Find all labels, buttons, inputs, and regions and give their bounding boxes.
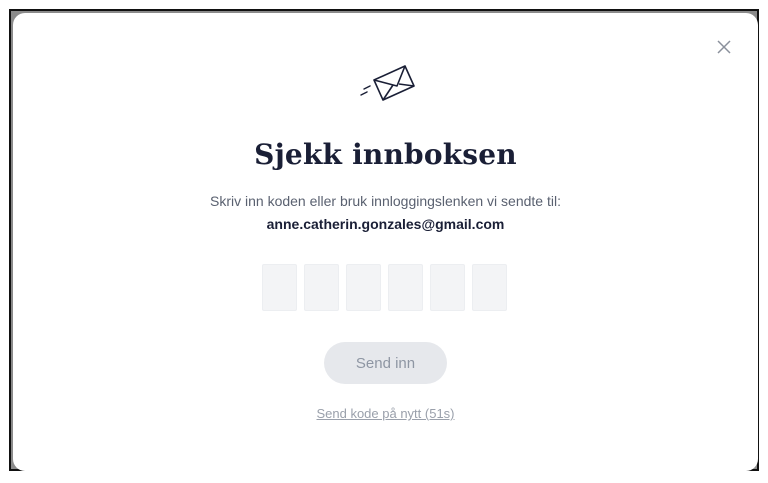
code-digit-6[interactable] [472,264,507,311]
code-digit-2[interactable] [304,264,339,311]
code-digit-1[interactable] [262,264,297,311]
resend-code-link[interactable]: Send kode på nytt (51s) [13,406,758,421]
verification-modal: Sjekk innboksen Skriv inn koden eller br… [13,13,758,471]
email-address: anne.catherin.gonzales@gmail.com [266,216,505,232]
code-digit-4[interactable] [388,264,423,311]
page-title: Sjekk innboksen [254,138,517,171]
code-digit-5[interactable] [430,264,465,311]
code-input-group [262,264,507,311]
close-icon [717,40,731,54]
instruction-text: Skriv inn koden eller bruk innloggingsle… [210,193,561,209]
envelope-icon [360,65,415,101]
window-frame: Sjekk innboksen Skriv inn koden eller br… [9,9,759,471]
close-button[interactable] [714,37,734,57]
code-digit-3[interactable] [346,264,381,311]
submit-button[interactable]: Send inn [324,342,447,384]
